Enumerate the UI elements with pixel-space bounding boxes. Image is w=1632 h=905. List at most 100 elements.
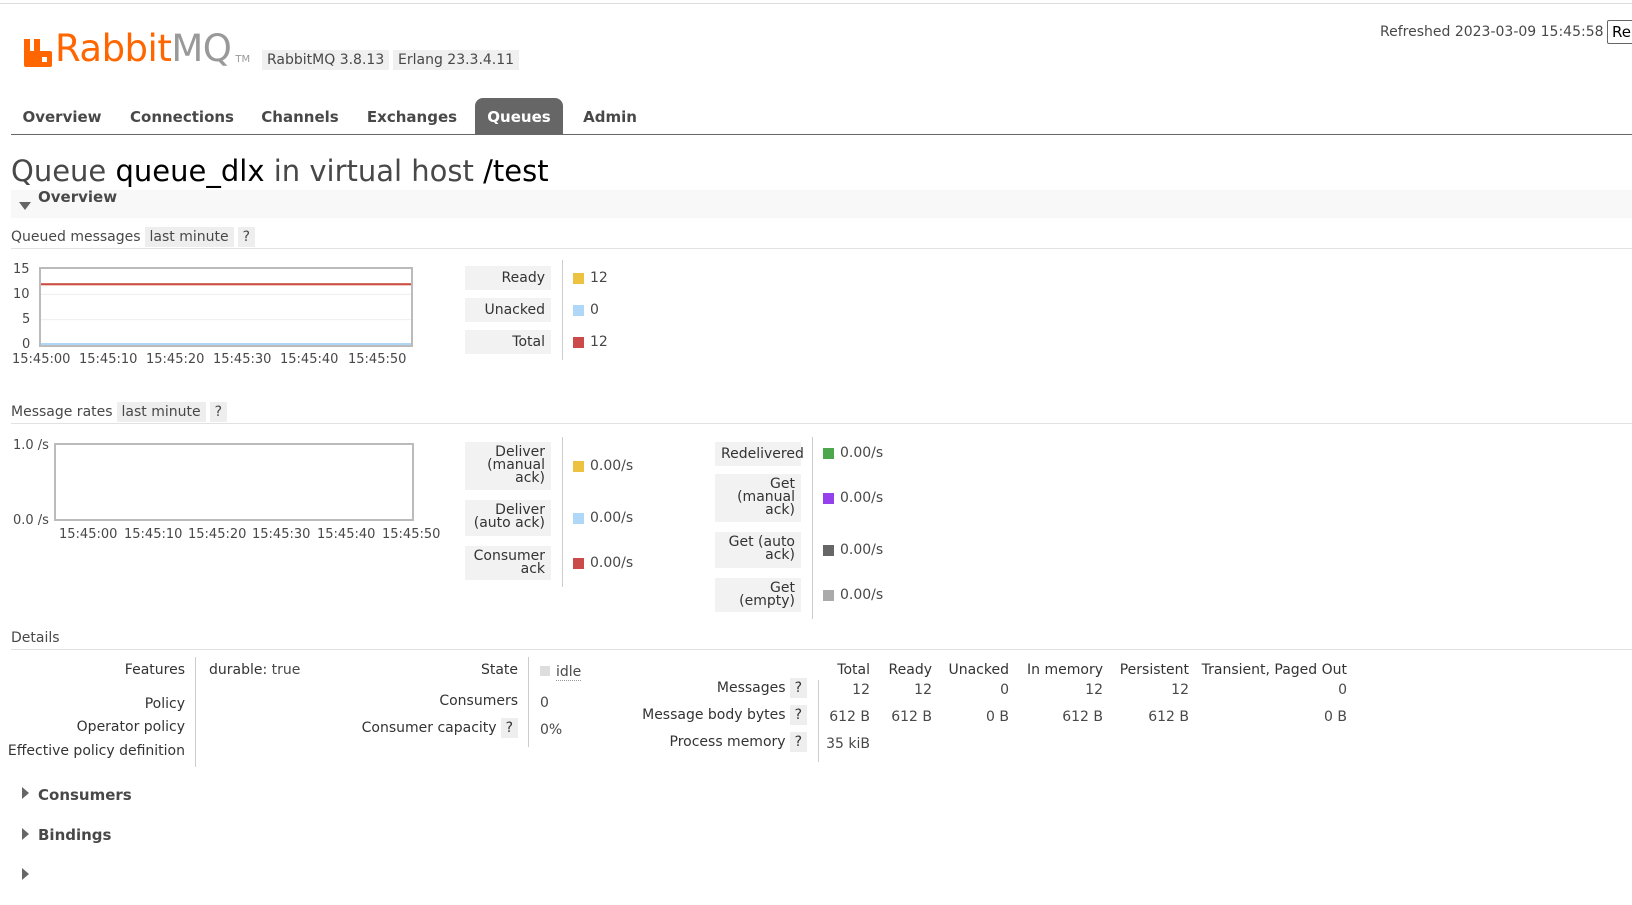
message-rates-heading: Message rates last minute? bbox=[11, 402, 228, 422]
consumer-capacity-value: 0% bbox=[540, 722, 563, 738]
legend-swatch bbox=[823, 448, 834, 459]
column-header: In memory bbox=[1027, 662, 1103, 678]
refresh-interval-select[interactable]: Re bbox=[1607, 20, 1632, 44]
legend-swatch bbox=[573, 558, 584, 569]
y-tick-label: 0 bbox=[22, 337, 31, 352]
range-selector[interactable]: last minute bbox=[144, 227, 234, 247]
queued-messages-chart bbox=[39, 267, 413, 347]
refreshed-timestamp: Refreshed 2023-03-09 15:45:58 bbox=[1380, 24, 1604, 40]
overview-section-header[interactable] bbox=[11, 190, 1632, 218]
legend-swatch bbox=[823, 493, 834, 504]
rate-value: 0.00/s bbox=[590, 458, 634, 474]
tab-queues[interactable]: Queues bbox=[475, 98, 563, 134]
help-icon[interactable]: ? bbox=[237, 227, 256, 247]
rate-value: 0.00/s bbox=[590, 555, 634, 571]
table-cell: 12 bbox=[1085, 682, 1103, 698]
y-tick-label: 10 bbox=[13, 287, 30, 302]
tab-overview[interactable]: Overview bbox=[11, 98, 113, 134]
y-tick-label: 0.0 /s bbox=[13, 513, 49, 528]
legend-get-empty[interactable]: Get (empty) bbox=[715, 578, 801, 612]
legend-deliver-auto-ack[interactable]: Deliver (auto ack) bbox=[465, 500, 551, 536]
table-cell: 12 bbox=[852, 682, 870, 698]
x-tick-label: 15:45:20 bbox=[146, 352, 205, 367]
legend-swatch bbox=[823, 545, 834, 556]
collapsed-triangle-icon bbox=[22, 868, 29, 880]
table-cell: 35 kiB bbox=[826, 736, 870, 752]
legend-unacked[interactable]: Unacked bbox=[465, 298, 551, 322]
legend-ready[interactable]: Ready bbox=[465, 266, 551, 290]
queue-name: queue_dlx bbox=[115, 154, 265, 188]
column-header: Unacked bbox=[948, 662, 1009, 678]
ready-count: 12 bbox=[590, 270, 608, 286]
legend-swatch bbox=[573, 461, 584, 472]
effective-policy-label: Effective policy definition bbox=[7, 743, 185, 759]
collapsed-triangle-icon bbox=[22, 828, 29, 840]
tab-admin[interactable]: Admin bbox=[571, 98, 649, 134]
column-header: Total bbox=[837, 662, 870, 678]
help-icon[interactable]: ? bbox=[209, 402, 228, 422]
range-selector[interactable]: last minute bbox=[116, 402, 206, 422]
message-body-bytes-row-label: Message body bytes? bbox=[642, 705, 807, 725]
legend-redelivered[interactable]: Redelivered bbox=[715, 442, 804, 466]
table-cell: 0 bbox=[1338, 682, 1347, 698]
rate-value: 0.00/s bbox=[840, 445, 884, 461]
table-cell: 612 B bbox=[1062, 709, 1103, 725]
state-indicator-icon bbox=[540, 666, 550, 676]
help-icon[interactable]: ? bbox=[789, 732, 807, 752]
details-divider bbox=[195, 657, 196, 767]
legend-deliver-manual-ack[interactable]: Deliver (manual ack) bbox=[465, 442, 551, 490]
x-tick-label: 15:45:40 bbox=[280, 352, 339, 367]
logo-wordmark: RabbitMQ bbox=[55, 27, 232, 70]
tab-connections[interactable]: Connections bbox=[121, 98, 243, 134]
bindings-section-toggle[interactable]: Bindings bbox=[38, 826, 111, 844]
legend-get-auto-ack[interactable]: Get (auto ack) bbox=[715, 532, 801, 568]
collapsed-triangle-icon bbox=[22, 787, 29, 799]
column-header: Transient, Paged Out bbox=[1201, 662, 1347, 678]
policy-label: Policy bbox=[144, 696, 185, 712]
page-title: Queue queue_dlx in virtual host /test bbox=[11, 154, 549, 188]
legend-divider bbox=[812, 437, 813, 619]
help-icon[interactable]: ? bbox=[789, 705, 807, 725]
divider bbox=[11, 423, 1632, 424]
table-cell: 0 B bbox=[986, 709, 1009, 725]
consumers-section-toggle[interactable]: Consumers bbox=[38, 786, 132, 804]
total-count: 12 bbox=[590, 334, 608, 350]
x-tick-label: 15:45:10 bbox=[79, 352, 138, 367]
tab-channels[interactable]: Channels bbox=[251, 98, 349, 134]
process-memory-row-label: Process memory? bbox=[670, 732, 807, 752]
help-icon[interactable]: ? bbox=[500, 718, 518, 738]
table-cell: 0 B bbox=[1324, 709, 1347, 725]
rabbitmq-logo[interactable]: RabbitMQ TM bbox=[24, 30, 250, 67]
column-header: Persistent bbox=[1119, 662, 1189, 678]
legend-swatch bbox=[823, 590, 834, 601]
main-nav-tabs: Overview Connections Channels Exchanges … bbox=[11, 98, 1632, 135]
rate-value: 0.00/s bbox=[590, 510, 634, 526]
rabbitmq-logo-icon bbox=[24, 35, 52, 67]
legend-total[interactable]: Total bbox=[465, 330, 551, 354]
x-tick-label: 15:45:00 bbox=[12, 352, 71, 367]
chart-frame bbox=[54, 443, 414, 521]
consumer-capacity-label: Consumer capacity? bbox=[362, 718, 518, 738]
table-cell: 612 B bbox=[829, 709, 870, 725]
consumers-value: 0 bbox=[540, 695, 549, 711]
erlang-version-badge: Erlang 23.3.4.11 bbox=[393, 50, 520, 70]
y-tick-label: 1.0 /s bbox=[13, 438, 49, 453]
divider bbox=[11, 248, 1632, 249]
legend-swatch bbox=[573, 337, 584, 348]
tab-exchanges[interactable]: Exchanges bbox=[357, 98, 467, 134]
rate-value: 0.00/s bbox=[840, 490, 884, 506]
table-cell: 12 bbox=[1171, 682, 1189, 698]
overview-section-label[interactable]: Overview bbox=[38, 188, 117, 206]
features-value: durable: true bbox=[209, 662, 301, 678]
state-label: State bbox=[480, 662, 518, 678]
legend-swatch bbox=[573, 273, 584, 284]
legend-consumer-ack[interactable]: Consumer ack bbox=[465, 546, 551, 580]
help-icon[interactable]: ? bbox=[789, 678, 807, 698]
x-tick-label: 15:45:10 bbox=[124, 527, 183, 542]
expanded-triangle-icon bbox=[19, 202, 31, 210]
details-heading: Details bbox=[11, 630, 60, 646]
x-tick-label: 15:45:40 bbox=[317, 527, 376, 542]
legend-get-manual-ack[interactable]: Get (manual ack) bbox=[715, 474, 801, 522]
features-label: Features bbox=[124, 662, 185, 678]
x-tick-label: 15:45:00 bbox=[59, 527, 118, 542]
